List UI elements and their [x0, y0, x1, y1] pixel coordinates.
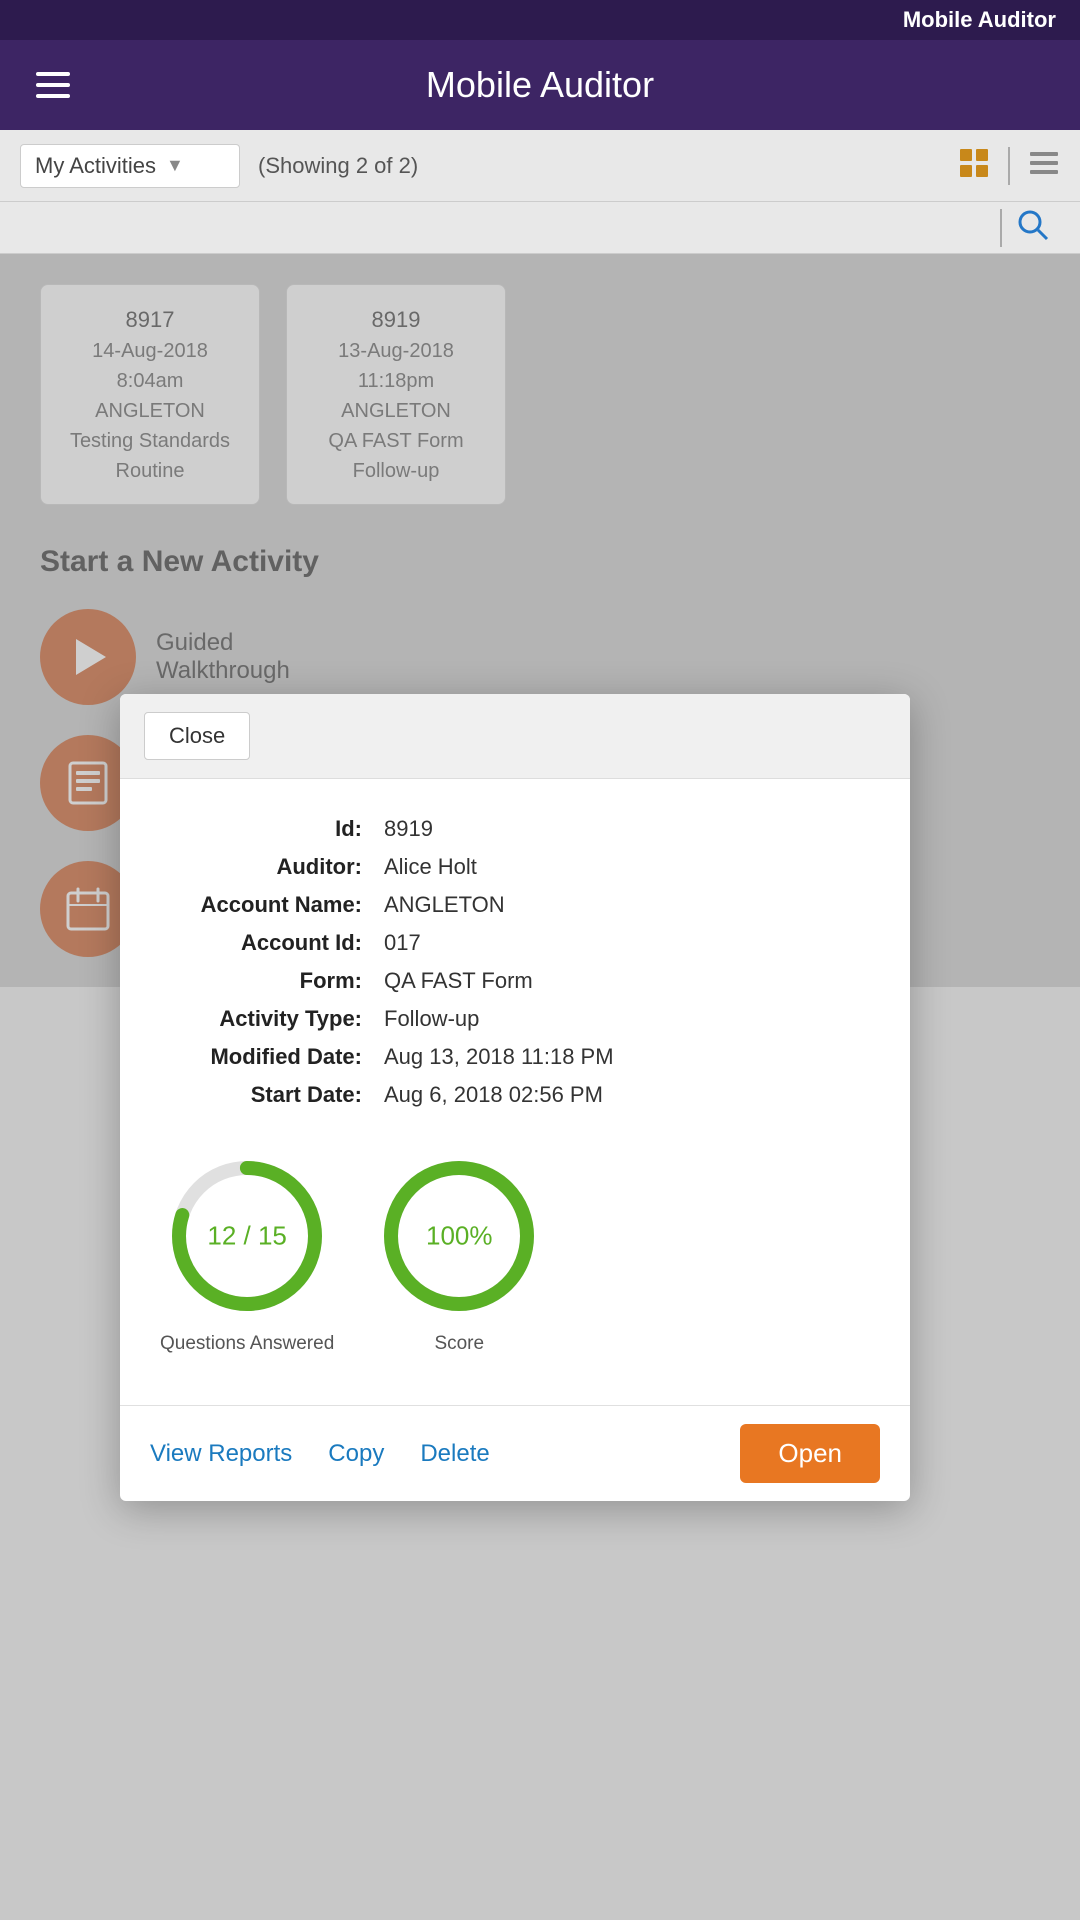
table-row: Id:8919: [162, 811, 868, 847]
score-chart: 100% Score: [374, 1151, 544, 1355]
field-value: Aug 6, 2018 02:56 PM: [374, 1077, 868, 1113]
field-key: Activity Type:: [162, 1001, 372, 1037]
field-value: Follow-up: [374, 1001, 868, 1037]
status-bar: Mobile Auditor: [0, 0, 1080, 40]
field-key: Account Name:: [162, 887, 372, 923]
copy-button[interactable]: Copy: [328, 1440, 384, 1468]
footer-links: View Reports Copy Delete: [150, 1440, 490, 1468]
close-button[interactable]: Close: [144, 712, 250, 760]
field-value: 8919: [374, 811, 868, 847]
search-bar: [0, 202, 1080, 254]
table-row: Auditor:Alice Holt: [162, 849, 868, 885]
field-value: 017: [374, 925, 868, 961]
view-reports-button[interactable]: View Reports: [150, 1440, 292, 1468]
filter-dropdown[interactable]: My Activities ▼: [20, 144, 240, 188]
filter-label: My Activities: [35, 153, 156, 179]
score-value: 100%: [426, 1221, 493, 1252]
score-label: Score: [434, 1333, 484, 1355]
search-divider: [1000, 209, 1002, 247]
charts-row: 12 / 15 Questions Answered 100% Scor: [160, 1151, 870, 1355]
footer-right: Open: [740, 1424, 880, 1483]
table-row: Form:QA FAST Form: [162, 963, 868, 999]
modal-footer: View Reports Copy Delete Open: [120, 1405, 910, 1501]
questions-answered-value: 12 / 15: [207, 1221, 287, 1252]
questions-answered-label: Questions Answered: [160, 1333, 334, 1355]
field-key: Form:: [162, 963, 372, 999]
field-value: QA FAST Form: [374, 963, 868, 999]
info-table: Id:8919Auditor:Alice HoltAccount Name:AN…: [160, 809, 870, 1115]
grid-view-icon[interactable]: [958, 147, 990, 184]
questions-donut: 12 / 15: [162, 1151, 332, 1321]
activity-modal: Close Id:8919Auditor:Alice HoltAccount N…: [120, 694, 910, 1501]
table-row: Account Name:ANGLETON: [162, 887, 868, 923]
nav-title: Mobile Auditor: [426, 64, 654, 106]
questions-answered-chart: 12 / 15 Questions Answered: [160, 1151, 334, 1355]
main-content: 8917 14-Aug-2018 8:04am ANGLETON Testing…: [0, 254, 1080, 987]
field-key: Start Date:: [162, 1077, 372, 1113]
toolbar: My Activities ▼ (Showing 2 of 2): [0, 130, 1080, 202]
status-bar-title: Mobile Auditor: [903, 7, 1056, 33]
chevron-down-icon: ▼: [166, 155, 184, 176]
table-row: Modified Date:Aug 13, 2018 11:18 PM: [162, 1039, 868, 1075]
field-key: Auditor:: [162, 849, 372, 885]
field-key: Account Id:: [162, 925, 372, 961]
hamburger-menu[interactable]: [36, 72, 70, 98]
modal-body: Id:8919Auditor:Alice HoltAccount Name:AN…: [120, 779, 910, 1405]
field-value: Alice Holt: [374, 849, 868, 885]
score-donut: 100%: [374, 1151, 544, 1321]
field-value: ANGLETON: [374, 887, 868, 923]
field-value: Aug 13, 2018 11:18 PM: [374, 1039, 868, 1075]
table-row: Start Date:Aug 6, 2018 02:56 PM: [162, 1077, 868, 1113]
toolbar-right: [958, 147, 1060, 185]
top-nav: Mobile Auditor: [0, 40, 1080, 130]
table-row: Account Id:017: [162, 925, 868, 961]
table-row: Activity Type:Follow-up: [162, 1001, 868, 1037]
toolbar-divider: [1008, 147, 1010, 185]
field-key: Modified Date:: [162, 1039, 372, 1075]
modal-header: Close: [120, 694, 910, 779]
search-icon[interactable]: [1016, 208, 1050, 247]
open-button[interactable]: Open: [740, 1424, 880, 1483]
field-key: Id:: [162, 811, 372, 847]
delete-button[interactable]: Delete: [420, 1440, 489, 1468]
showing-text: (Showing 2 of 2): [258, 153, 418, 179]
list-view-icon[interactable]: [1028, 147, 1060, 184]
